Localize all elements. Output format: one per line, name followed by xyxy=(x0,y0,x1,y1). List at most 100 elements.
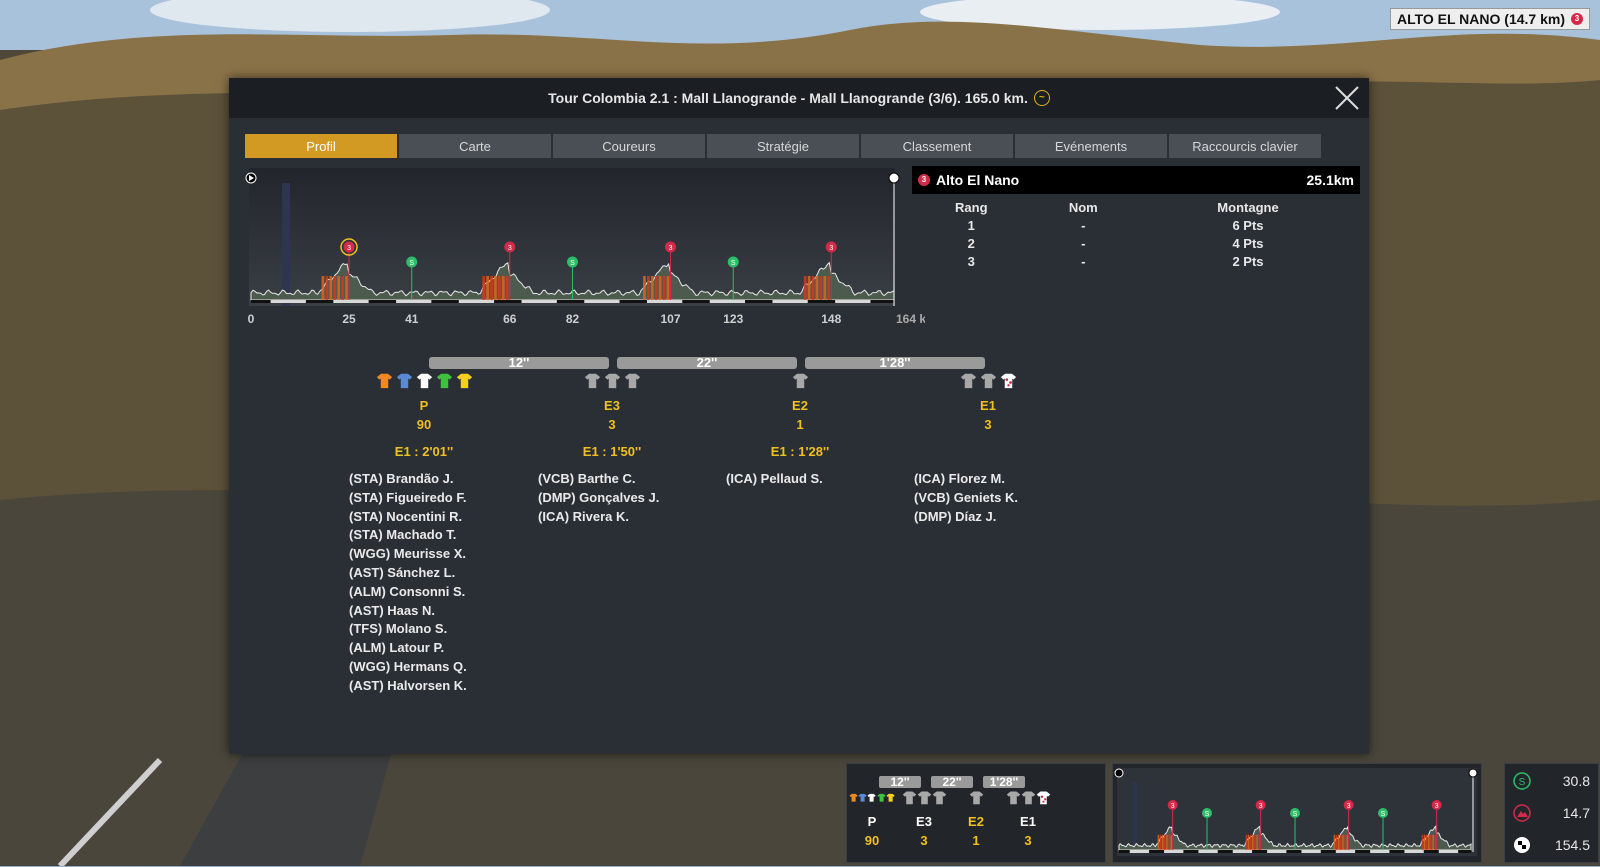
jersey-row xyxy=(849,790,895,810)
hud-group-count: 3 xyxy=(920,833,928,848)
rider-name[interactable]: (STA) Brandão J. xyxy=(349,470,467,489)
jersey-icon xyxy=(1036,791,1050,805)
stage-profile-chart[interactable]: 3 S 3 S 3 S 3 0 25 41 66 82 107 123 148 164 km xyxy=(245,168,925,338)
road-segment xyxy=(1164,850,1184,853)
gradient-strip xyxy=(823,276,827,300)
hud-mini-profile[interactable]: 3 S 3 S 3 S 3 xyxy=(1112,763,1482,863)
hud-group-e3[interactable]: E3 3 xyxy=(901,790,947,848)
marker-label: 3 xyxy=(347,245,351,252)
group-count: 1 xyxy=(796,417,804,432)
rider-name[interactable]: (DMP) Gonçalves J. xyxy=(538,489,659,508)
stat-value: 154.5 xyxy=(1554,837,1590,853)
rank-cell: 1 xyxy=(967,217,975,233)
tab-coureurs[interactable]: Coureurs xyxy=(553,134,705,158)
km-tick-label: 107 xyxy=(661,312,681,326)
tab-profil[interactable]: Profil xyxy=(245,134,397,158)
stage-modal: Tour Colombia 2.1 : Mall Llanogrande - M… xyxy=(229,78,1369,754)
close-button[interactable] xyxy=(1333,84,1361,112)
gradient-strip xyxy=(1432,834,1434,850)
rider-list-e2: (ICA) Pellaud S. xyxy=(726,470,823,489)
rider-name[interactable]: (DMP) Díaz J. xyxy=(914,508,1018,527)
gradient-strip xyxy=(1247,834,1250,850)
gradient-strip xyxy=(482,276,486,300)
marker-label: 3 xyxy=(1259,803,1263,810)
hud-groups-panel[interactable]: 12'' 22'' 1'28'' P 90 E3 3 E2 1 E1 3 xyxy=(846,763,1106,863)
marker-label: 3 xyxy=(508,245,512,252)
rider-name[interactable]: (ICA) Pellaud S. xyxy=(726,470,823,489)
hud-group-e2[interactable]: E2 1 xyxy=(953,790,999,848)
gradient-strip xyxy=(1428,834,1430,850)
jersey-icon xyxy=(624,373,640,389)
rider-name[interactable]: (VCB) Geniets K. xyxy=(914,489,1018,508)
tab-strategie[interactable]: Stratégie xyxy=(707,134,859,158)
rider-name[interactable]: (VCB) Barthe C. xyxy=(538,470,659,489)
rider-name[interactable]: (AST) Halvorsen K. xyxy=(349,677,467,696)
stage-profile[interactable]: 3 S 3 S 3 S 3 0 25 41 66 82 107 123 148 164 km xyxy=(245,168,925,328)
road-segment xyxy=(835,300,871,303)
gradient-strip xyxy=(1340,834,1342,850)
road-segment xyxy=(1438,850,1459,853)
col-rang: Rang xyxy=(955,199,988,215)
rider-name[interactable]: (WGG) Meurisse X. xyxy=(349,545,467,564)
current-climb-label: ALTO EL NANO (14.7 km) xyxy=(1396,11,1565,27)
rider-name[interactable]: (AST) Haas N. xyxy=(349,602,467,621)
jersey-icon xyxy=(849,793,858,802)
rider-name[interactable]: (ALM) Latour P. xyxy=(349,639,467,658)
rider-name[interactable]: (AST) Sánchez L. xyxy=(349,564,467,583)
col-nom: Nom xyxy=(1068,199,1098,215)
gradient-strip xyxy=(486,276,489,300)
tab-classement[interactable]: Classement xyxy=(861,134,1013,158)
rider-name[interactable]: (STA) Figueiredo F. xyxy=(349,489,467,508)
marker-label: 3 xyxy=(829,245,833,252)
group-time-gap: E1 : 1'50'' xyxy=(582,444,642,459)
km-tick-label: 82 xyxy=(566,312,580,326)
gradient-strip xyxy=(658,276,662,300)
name-cell: - xyxy=(1081,217,1086,233)
tab-bar: Profil Carte Coureurs Stratégie Classeme… xyxy=(245,134,1323,158)
rider-name[interactable]: (ICA) Florez M. xyxy=(914,470,1018,489)
gradient-strip xyxy=(1421,834,1424,850)
group-e2[interactable]: E2 1 E1 : 1'28'' xyxy=(715,372,885,459)
rider-name[interactable]: (STA) Machado T. xyxy=(349,526,467,545)
rider-name[interactable]: (ALM) Consonni S. xyxy=(349,583,467,602)
gap-bar: 1'28'' xyxy=(805,356,985,369)
hud-group-e1[interactable]: E1 3 xyxy=(1005,790,1051,848)
hud-group-code: E2 xyxy=(968,814,984,829)
mini-profile-chart[interactable]: 3 S 3 S 3 S 3 xyxy=(1113,764,1481,862)
rider-name[interactable]: (STA) Nocentini R. xyxy=(349,508,467,527)
road-segment xyxy=(458,300,495,303)
rider-name[interactable]: (ICA) Rivera K. xyxy=(538,508,659,527)
stat-finish: 154.5 xyxy=(1505,829,1598,861)
gradient-strip xyxy=(807,276,811,300)
gradient-strip xyxy=(1337,834,1340,850)
group-e3[interactable]: E3 3 E1 : 1'50'' xyxy=(527,372,697,459)
marker-label: S xyxy=(570,260,575,267)
gap-bar: 12'' xyxy=(429,356,609,369)
rider-name[interactable]: (WGG) Hermans Q. xyxy=(349,658,467,677)
hud-group-peloton[interactable]: P 90 xyxy=(849,790,895,848)
marker-label: S xyxy=(1205,811,1210,818)
km-tick-label: 25 xyxy=(342,312,356,326)
gradient-strip xyxy=(1425,834,1428,850)
hud-gap-bar: 22'' xyxy=(931,776,973,788)
marker-label: 3 xyxy=(1435,803,1439,810)
mini-position-marker xyxy=(1133,782,1137,854)
jersey-icon xyxy=(396,373,412,389)
gradient-strip xyxy=(1430,834,1432,850)
marker-label: S xyxy=(731,260,736,267)
jersey-row xyxy=(953,790,999,810)
gradient-strip xyxy=(654,276,658,300)
points-cell: 2 Pts xyxy=(1232,253,1264,269)
finish-flag-icon xyxy=(1514,837,1530,853)
tab-carte[interactable]: Carte xyxy=(399,134,551,158)
tab-evenements[interactable]: Evénements xyxy=(1015,134,1167,158)
gradient-strip xyxy=(341,276,344,300)
tab-raccourcis[interactable]: Raccourcis clavier xyxy=(1169,134,1321,158)
group-e1[interactable]: E1 3 xyxy=(903,372,1073,444)
rider-name[interactable]: (TFS) Molano S. xyxy=(349,620,467,639)
finish-flag-icon xyxy=(888,172,900,184)
rider-list-e3: (VCB) Barthe C. (DMP) Gonçalves J. (ICA) R… xyxy=(538,470,659,526)
hud-gap-bar: 12'' xyxy=(879,776,921,788)
climb-category-icon: 3 xyxy=(1571,13,1583,25)
group-peloton[interactable]: P 90 E1 : 2'01'' xyxy=(339,372,509,459)
